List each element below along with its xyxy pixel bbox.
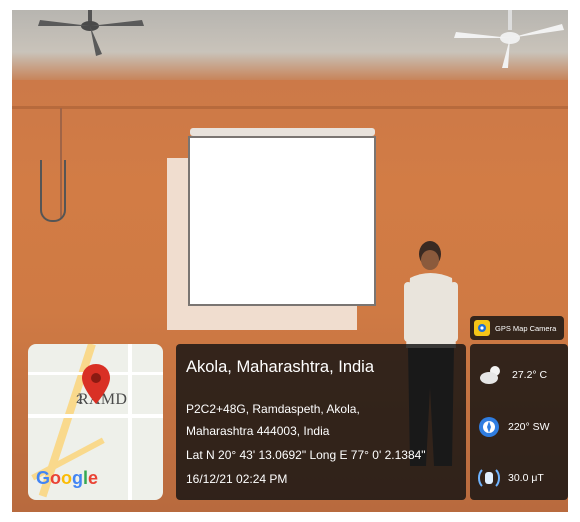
location-pin-icon: [82, 364, 110, 404]
map-street-1: [28, 414, 163, 418]
wind-row: 220° SW: [478, 416, 550, 438]
app-badge: GPS Map Camera: [470, 316, 564, 340]
projection-screen: [188, 136, 376, 306]
wind-value: 220° SW: [508, 421, 550, 433]
app-name: GPS Map Camera: [495, 323, 557, 333]
screen-case: [190, 128, 375, 136]
location-title: Akola, Maharashtra, India: [186, 358, 375, 376]
map-thumbnail: 2 RAMD Google: [28, 344, 163, 500]
map-street-2: [128, 344, 132, 500]
coordinates: Lat N 20° 43' 13.0692" Long E 77° 0' 2.1…: [186, 448, 426, 462]
readings-panel: 27.2° C 220° SW 30.0 μT: [470, 344, 568, 500]
weather-icon: [480, 366, 500, 384]
magnetic-row: 30.0 μT: [478, 468, 544, 488]
datetime: 16/12/21 02:24 PM: [186, 472, 288, 486]
ceiling-fan-right: [454, 10, 564, 68]
magnetic-field-icon: [478, 469, 500, 487]
photo-frame: GPS Map Camera 2 RAMD Google Akola, Maha…: [0, 0, 580, 522]
compass-icon: [479, 417, 499, 437]
hanging-wire: [40, 160, 66, 222]
location-info-panel: Akola, Maharashtra, India P2C2+48G, Ramd…: [176, 344, 466, 500]
address-line-1: P2C2+48G, Ramdaspeth, Akola,: [186, 402, 360, 416]
temperature-row: 27.2° C: [478, 364, 547, 386]
address-line-2: Maharashtra 444003, India: [186, 424, 330, 438]
wall-molding: [12, 106, 568, 109]
ceiling-fan-left: [38, 10, 144, 56]
magnetic-value: 30.0 μT: [508, 472, 544, 484]
temperature-value: 27.2° C: [512, 369, 548, 381]
gps-map-camera-icon: [474, 320, 490, 336]
google-logo: Google: [36, 468, 99, 488]
